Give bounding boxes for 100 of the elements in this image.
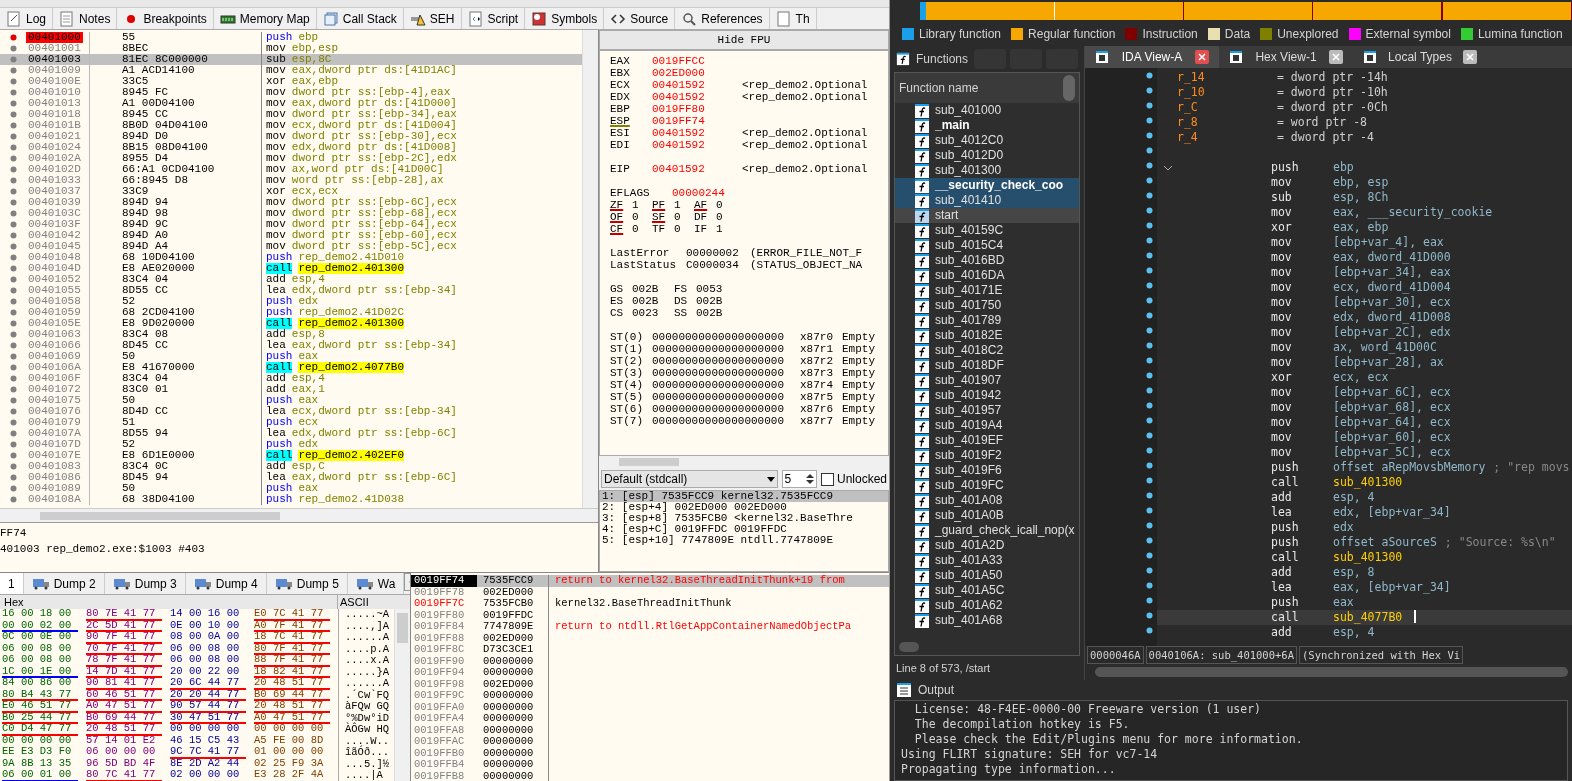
function-item[interactable]: sub_401A08 bbox=[895, 493, 1079, 508]
function-item[interactable]: sub_401300 bbox=[895, 163, 1079, 178]
function-item[interactable]: sub_4016BD bbox=[895, 253, 1079, 268]
flag-name: ZF bbox=[610, 199, 625, 211]
tab[interactable]: IDA View-A bbox=[1085, 46, 1219, 68]
function-icon bbox=[915, 493, 929, 508]
function-item[interactable]: sub_401000 bbox=[895, 103, 1079, 118]
mnemonic: mov bbox=[266, 131, 286, 142]
function-item[interactable]: sub_4019A4 bbox=[895, 418, 1079, 433]
hex-cell-text: 06 00 08 00 bbox=[170, 643, 241, 655]
output-line: License: 48-F4EE-0000-00 Freeware version (1 user) bbox=[913, 702, 1263, 717]
operands: dword ptr ss:[ebp-34],eax bbox=[291, 109, 457, 120]
function-item[interactable]: _main bbox=[895, 118, 1079, 133]
register-value: 00000000000000000000 bbox=[652, 391, 786, 403]
dot-icon bbox=[1146, 177, 1153, 184]
function-item[interactable]: sub_401750 bbox=[895, 298, 1079, 313]
mnemonic: push bbox=[266, 351, 293, 362]
function-item[interactable]: sub_40171E bbox=[895, 283, 1079, 298]
function-item[interactable]: sub_401A68 bbox=[895, 613, 1079, 628]
function-item[interactable]: sub_401A5C bbox=[895, 583, 1079, 598]
function-item[interactable]: sub_4019EF bbox=[895, 433, 1079, 448]
function-item[interactable]: _guard_check_icall_nop(x bbox=[895, 523, 1079, 538]
function-item[interactable]: sub_4019F6 bbox=[895, 463, 1079, 478]
address-cell-text: 00401033 bbox=[27, 175, 82, 186]
dot-icon bbox=[9, 430, 17, 437]
address-cell-text: 0019FF80 bbox=[413, 609, 466, 621]
function-item[interactable]: sub_40159C bbox=[895, 223, 1079, 238]
function-item[interactable]: sub_4019F2 bbox=[895, 448, 1079, 463]
operands: rep_demo2.401300 bbox=[298, 263, 405, 274]
dot-icon bbox=[9, 188, 17, 195]
register-tag: x87r2 bbox=[800, 355, 842, 367]
unlocked-checkbox[interactable]: Unlocked bbox=[820, 470, 887, 488]
function-icon bbox=[915, 478, 929, 493]
operands: esp,4 bbox=[291, 274, 325, 285]
mnemonic: mov bbox=[1271, 325, 1293, 340]
dot-icon bbox=[1146, 252, 1153, 259]
disassembly-row[interactable]: 00401003 81EC 8C000000 sub esp,8C bbox=[0, 54, 582, 65]
dot-icon bbox=[9, 320, 17, 327]
hex-cell: A0 7F 41 77 bbox=[254, 620, 330, 632]
function-item[interactable]: sub_40182E bbox=[895, 328, 1079, 343]
vertical-scrollbar[interactable] bbox=[394, 609, 410, 781]
operands: rep_demo2.41D010 bbox=[298, 252, 405, 263]
function-item[interactable]: sub_401410 bbox=[895, 193, 1079, 208]
function-item[interactable]: sub_401907 bbox=[895, 373, 1079, 388]
function-item[interactable]: sub_4018DF bbox=[895, 358, 1079, 373]
function-item[interactable]: sub_4018C2 bbox=[895, 343, 1079, 358]
argument-row[interactable]: 1: [esp] 7535FCC9 kernel32.7535FCC9 bbox=[600, 491, 888, 502]
register-name: LastStatus bbox=[610, 259, 677, 271]
convention-dropdown[interactable]: Default (stdcall) bbox=[601, 470, 778, 488]
function-item[interactable]: sub_4012C0 bbox=[895, 133, 1079, 148]
variable-name: r_14 bbox=[1177, 70, 1206, 85]
function-item[interactable]: sub_401A62 bbox=[895, 598, 1079, 613]
operands: edx,dword ptr ds:[41D008] bbox=[291, 142, 457, 153]
argument-count-spinner[interactable]: 5 bbox=[781, 470, 817, 488]
function-item[interactable]: sub_401942 bbox=[895, 388, 1079, 403]
register-name: ST(7) bbox=[610, 415, 644, 427]
dot-icon bbox=[1146, 507, 1153, 514]
operands: [ebp+var_2C], edx bbox=[1333, 325, 1451, 340]
mnemonic: mov bbox=[266, 241, 286, 252]
function-item[interactable]: sub_4016DA bbox=[895, 268, 1079, 283]
argument-row[interactable]: 5: [esp+10] 7747809E ntdll.7747809E bbox=[600, 535, 888, 546]
function-item[interactable]: start bbox=[895, 208, 1079, 223]
stack-row[interactable]: 0019FF74 7535FCC9 return to kernel32.BaseThreadInitThunk+19 from bbox=[411, 575, 889, 587]
function-item[interactable]: sub_401789 bbox=[895, 313, 1079, 328]
hex-cell: A0 47 51 77 bbox=[254, 712, 330, 724]
function-item[interactable]: sub_401A33 bbox=[895, 553, 1079, 568]
hex-cell: B0 69 44 77 bbox=[86, 712, 162, 724]
address-cell-text: 0019FF98 bbox=[413, 678, 466, 690]
hide-fpu-button[interactable]: Hide FPU bbox=[599, 30, 889, 50]
register-value: 0019FF74 bbox=[652, 115, 706, 127]
bytes-cell: 894D 98 bbox=[122, 207, 169, 219]
function-icon bbox=[915, 268, 929, 283]
address-cell-text: 00401066 bbox=[27, 340, 82, 351]
variable-definition: = word ptr -8 bbox=[1277, 115, 1367, 130]
function-item[interactable]: sub_4019FC bbox=[895, 478, 1079, 493]
function-item[interactable]: sub_4012D0 bbox=[895, 148, 1079, 163]
operands: rep_demo2.41D038 bbox=[298, 494, 405, 505]
argument-row[interactable]: 3: [esp+8] 7535FCB0 <kernel32.BaseThre bbox=[600, 513, 888, 524]
function-item[interactable]: sub_401A50 bbox=[895, 568, 1079, 583]
scrollbar-thumb[interactable] bbox=[1063, 75, 1075, 101]
function-item[interactable]: __security_check_coo bbox=[895, 178, 1079, 193]
mnemonic: call bbox=[266, 318, 293, 329]
function-item[interactable]: sub_401A0B bbox=[895, 508, 1079, 523]
tab[interactable]: 1 bbox=[0, 573, 24, 594]
dot-icon bbox=[9, 342, 17, 349]
function-item[interactable]: sub_401A2D bbox=[895, 538, 1079, 553]
function-item[interactable]: sub_4015C4 bbox=[895, 238, 1079, 253]
argument-row[interactable]: 2: [esp+4] 002ED000 002ED000 bbox=[600, 502, 888, 513]
operands: sub_4077B0 bbox=[1333, 610, 1403, 625]
horizontal-scrollbar[interactable] bbox=[0, 508, 598, 522]
list-icon bbox=[896, 682, 912, 698]
function-item[interactable]: sub_401957 bbox=[895, 403, 1079, 418]
dot-icon bbox=[9, 166, 17, 173]
function-icon bbox=[915, 103, 929, 118]
address-cell-text: 0040107A bbox=[27, 428, 82, 439]
function-icon bbox=[915, 373, 929, 388]
dot-icon bbox=[1146, 117, 1153, 124]
vertical-scrollbar[interactable] bbox=[582, 30, 598, 508]
hex-cell-text: EE E3 D3 F0 bbox=[2, 747, 73, 759]
argument-row[interactable]: 4: [esp+C] 0019FFDC 0019FFDC bbox=[600, 524, 888, 535]
